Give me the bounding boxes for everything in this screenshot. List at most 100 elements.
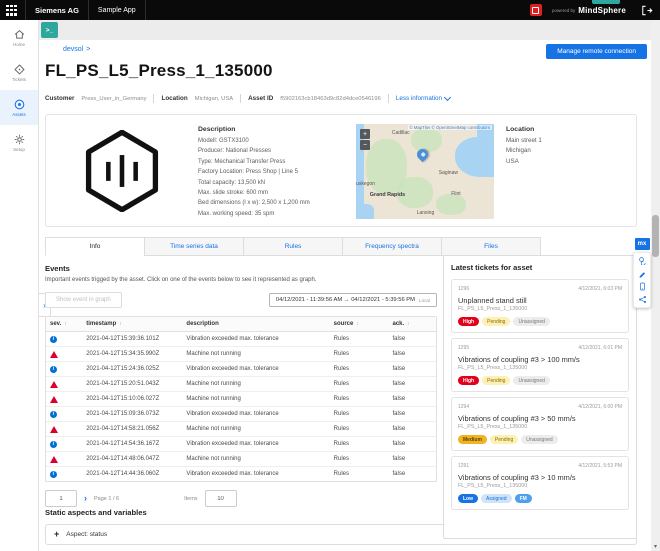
event-source: Rules [333,411,350,417]
events-table: sev. ↕ timestamp ↕ description source ↕ ack… [45,316,437,482]
description-line: Max. slide stroke: 600 mm [198,190,269,197]
page-title: FL_PS_L5_Press_1_135000 [45,61,273,80]
table-row[interactable]: 2021-04-12T15:39:36.101Z Vibration excee… [46,332,436,347]
aspect-label: Aspect: status [66,531,108,538]
tab-bar: Info Time series data Rules Frequency sp… [45,237,541,256]
map-zoom-in-button[interactable]: + [360,129,370,139]
description-line: Bed dimensions (l x w): 2,500 x 1,200 mm [198,200,310,207]
table-row[interactable]: 2021-04-12T15:34:35.990Z Machine not run… [46,347,436,362]
sidebar-item-tickets[interactable]: Tickets [0,55,38,90]
sort-icon[interactable]: ↕ [407,321,410,327]
less-information-toggle[interactable]: Less information [395,93,452,102]
terminal-icon[interactable]: >_ [41,22,58,38]
ticket-card[interactable]: 1291 4/12/2021, 5:53 PM Vibrations of co… [451,456,629,510]
date-range-picker[interactable]: 04/12/2021 - 11:39:56 AM → 04/12/2021 - … [268,293,437,307]
table-row[interactable]: 2021-04-12T14:54:36.167Z Vibration excee… [46,437,436,452]
next-page-icon[interactable]: › [84,494,87,503]
event-ack: false [392,471,406,477]
event-timestamp: 2021-04-12T14:48:06.047Z [86,456,160,462]
mx-badge[interactable]: mx [634,238,650,250]
less-information-label: Less information [395,95,443,102]
table-row[interactable]: 2021-04-12T14:58:21.056Z Machine not run… [46,422,436,437]
breadcrumb-link[interactable]: devsol [63,46,83,53]
edit-pencil-icon[interactable] [638,269,647,278]
event-ack: false [392,396,406,402]
column-label[interactable]: ack. [392,321,404,327]
severity-icon [50,425,58,433]
column-label[interactable]: source [334,321,354,327]
sort-icon[interactable]: ↕ [119,321,122,327]
sidebar-item-assets[interactable]: Assets [0,90,38,125]
map-zoom-out-button[interactable]: − [360,140,370,150]
severity-icon [50,395,58,403]
tab-rules[interactable]: Rules [243,237,343,256]
sort-icon[interactable]: ↕ [64,321,67,327]
scroll-down-icon[interactable]: ▾ [651,543,660,550]
tab-time-series-data[interactable]: Time series data [144,237,244,256]
sidebar-item-setup[interactable]: Setup [0,125,38,160]
column-label[interactable]: sev. [50,321,61,327]
event-description: Vibration exceeded max. tolerance [186,336,279,342]
assignee-badge: Unassigned [513,317,550,326]
table-row[interactable]: 2021-04-12T14:44:36.060Z Vibration excee… [46,467,436,481]
status-badge: Assigned [481,494,512,503]
items-per-page-input[interactable] [204,490,237,507]
mindsphere-logo: MindSphere [578,5,626,15]
event-description: Machine not running [186,426,241,432]
breadcrumb[interactable]: devsol > [63,46,90,53]
sidebar-item-home[interactable]: Home [0,20,38,55]
ticket-datetime: 4/12/2021, 6:00 PM [578,404,622,410]
secondary-bar [39,20,660,40]
chevron-down-icon [444,93,452,102]
tab-info[interactable]: Info [45,237,145,256]
table-row[interactable]: 2021-04-12T14:48:06.047Z Machine not run… [46,452,436,467]
manage-remote-connection-button[interactable]: Manage remote connection [546,44,647,59]
description-title: Description [198,126,236,133]
ticket-asset: FL_PS_L5_Press_1_135000 [458,365,528,371]
location-label: Location [161,95,188,102]
event-description: Vibration exceeded max. tolerance [186,411,279,417]
ticket-card[interactable]: 1295 4/12/2021, 6:01 PM Vibrations of co… [451,338,629,392]
sidebar-item-label: Tickets [11,77,27,82]
page-number-input[interactable] [45,490,77,507]
press-hexagon-icon [85,129,159,212]
date-range-zone: Local [419,297,430,303]
community-icon[interactable] [638,256,647,265]
sort-icon[interactable]: ↕ [356,321,359,327]
severity-icon [50,455,58,463]
app-switcher-icon[interactable] [6,4,17,16]
location-map[interactable]: © MapTiler © OpenStreetMap contributors … [356,124,494,219]
ticket-card[interactable]: 1294 4/12/2021, 6:00 PM Vibrations of co… [451,397,629,451]
scrollbar-thumb[interactable] [652,215,659,257]
column-label[interactable]: description [186,321,218,327]
event-ack: false [392,381,406,387]
event-source: Rules [333,396,350,402]
logout-icon[interactable] [640,4,653,17]
location-title: Location [506,126,535,133]
location-block: Location Main street 1 Michigan USA [506,115,636,226]
asset-overview-card: Description Modell: GSTX3100 Producer: N… [45,114,637,227]
latest-tickets-panel: Latest tickets for asset 1296 4/12/2021,… [443,255,637,539]
tab-files[interactable]: Files [441,237,541,256]
table-row[interactable]: 2021-04-12T15:09:36.073Z Vibration excee… [46,407,436,422]
map-attribution[interactable]: © MapTiler © OpenStreetMap contributors [407,125,492,130]
ticket-asset: FL_PS_L5_Press_1_135000 [458,483,528,489]
table-row[interactable]: 2021-04-12T15:10:06.027Z Machine not run… [46,392,436,407]
event-description: Vibration exceeded max. tolerance [186,471,279,477]
table-row[interactable]: 2021-04-12T15:20:51.043Z Machine not run… [46,377,436,392]
map-zoom-controls: + − [360,129,370,150]
ticket-card[interactable]: 1296 4/12/2021, 6:03 PM Unplanned stand … [451,279,629,333]
show-event-in-graph-button[interactable]: Show event in graph [45,292,122,308]
share-icon[interactable] [638,295,647,304]
tab-frequency-spectra[interactable]: Frequency spectra [342,237,442,256]
column-label[interactable]: timestamp [86,321,116,327]
app-logo-icon[interactable] [529,4,542,16]
table-row[interactable]: 2021-04-12T15:24:36.025Z Vibration excee… [46,362,436,377]
home-icon [14,29,24,39]
mobile-device-icon[interactable] [638,282,647,291]
page-scrollbar[interactable]: ▾ [651,20,660,551]
event-source: Rules [333,471,350,477]
event-source: Rules [333,426,350,432]
tickets-title: Latest tickets for asset [451,263,533,272]
map-water [356,203,374,219]
